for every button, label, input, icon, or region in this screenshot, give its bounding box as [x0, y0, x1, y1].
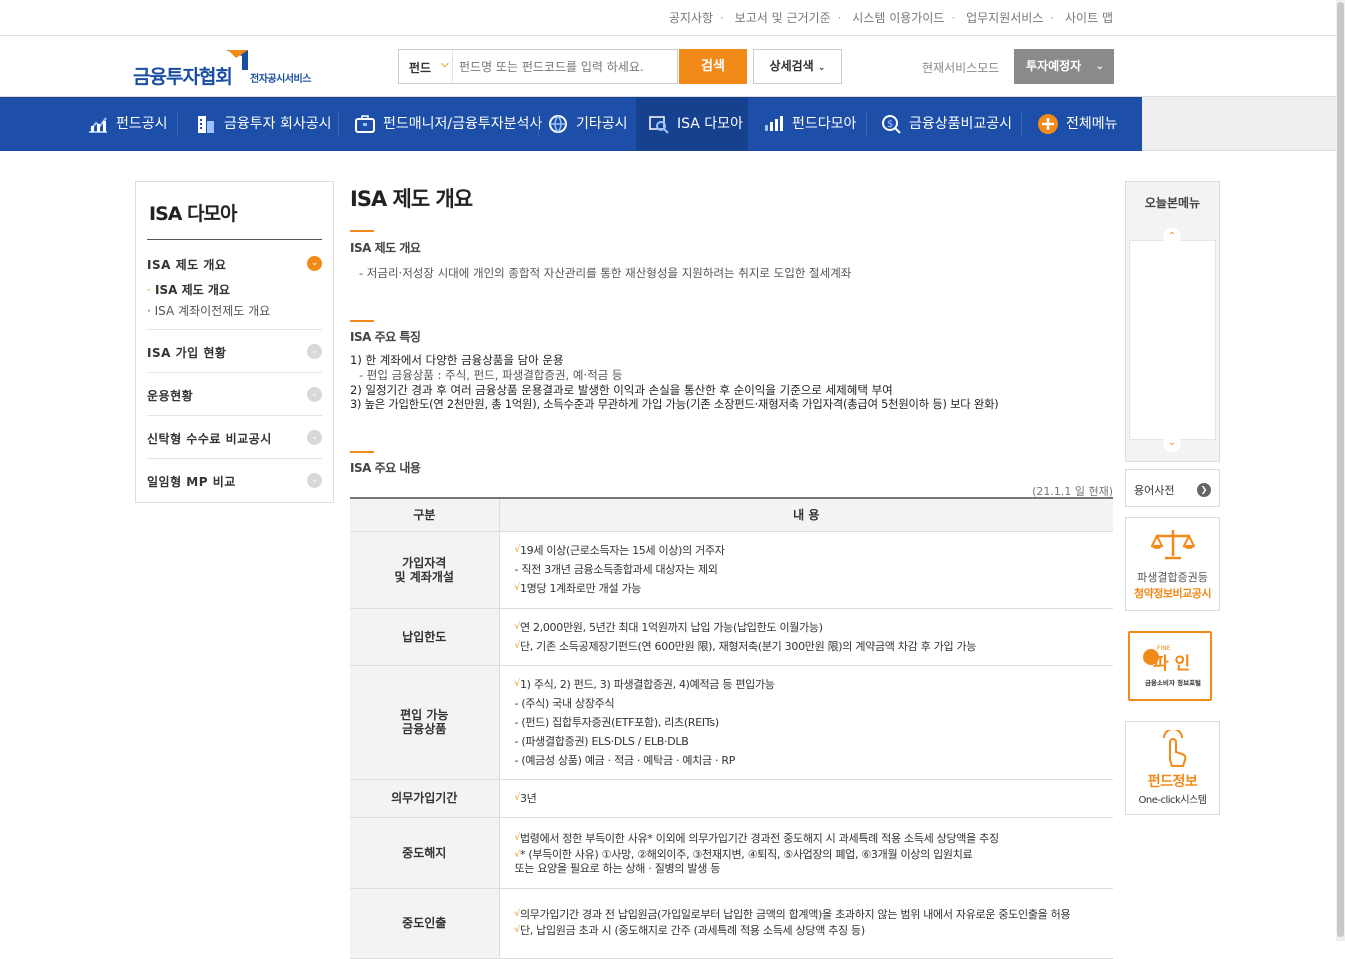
logo-main-text: 금융투자협회: [133, 66, 233, 88]
page-title: ISA 제도 개요: [350, 187, 473, 211]
utility-bar: 공지사항 · 보고서 및 근거기준 · 시스템 이용가이드 · 업무지원서비스 · 사이…: [0, 0, 1345, 36]
scroll-up-icon[interactable]: ⌃: [1163, 228, 1181, 246]
row-value: √1) 주식, 2) 펀드, 3) 파생결합증권, 4)예적금 등 편입가능 -…: [499, 665, 1113, 780]
chevron-down-icon: ⌄: [307, 430, 322, 445]
section-title-features: ISA 주요 특징: [350, 330, 421, 344]
chart-icon: [89, 117, 107, 133]
chevron-down-icon: ⌄: [307, 344, 322, 359]
row-key: 중도해지: [350, 817, 500, 889]
nav-company-disclosure[interactable]: 금융투자 회사공시: [195, 97, 332, 151]
table-header-row: 구분 내 용: [350, 498, 1113, 532]
service-mode-select[interactable]: 투자예정자 ⌄: [1014, 49, 1114, 84]
util-link-reports[interactable]: 보고서 및 근거기준: [735, 11, 831, 25]
table-row: 중도해지 √법령에서 정한 부득이한 사유* 이외에 의무가입기간 경과전 중도…: [350, 817, 1113, 889]
scroll-down-icon[interactable]: ⌄: [1163, 434, 1181, 452]
search-category-select[interactable]: 펀드 ⌵: [399, 50, 453, 83]
side-menu: ISA 다모아 ISA 제도 개요 ⌄ · ISA 제도 개요 · ISA 계좌이…: [135, 181, 334, 503]
nav-fund-damoa[interactable]: 펀드다모아: [763, 97, 856, 151]
arrow-right-icon: ❯: [1197, 483, 1211, 497]
chevron-down-icon: ⌄: [817, 63, 826, 73]
nav-fund-manager[interactable]: 펀드매니저/금융투자분석사: [354, 97, 542, 151]
table-row: 편입 가능 금융상품 √1) 주식, 2) 펀드, 3) 파생결합증권, 4)예적…: [350, 665, 1113, 780]
main-nav: 펀드공시 금융투자 회사공시 펀드매니저/금융투자분석사 기타공시 ISA 다모…: [0, 97, 1345, 151]
overview-text: - 저금리·저성장 시대에 개인의 종합적 자산관리를 통한 재산형성을 지원하…: [359, 266, 852, 280]
side-menu-mp-compare[interactable]: 일임형 MP 비교 ⌄: [147, 459, 322, 502]
table-row: 가입자격 및 계좌개설 √19세 이상(근로소득자는 15세 이상)의 거주자 -…: [350, 531, 1113, 609]
row-value: √법령에서 정한 부득이한 사유* 이외에 의무가입기간 경과전 중도해지 시 …: [499, 817, 1113, 889]
search-input[interactable]: [459, 57, 669, 77]
bar-chart-icon: [765, 116, 783, 131]
chevron-down-icon: ⌵: [441, 59, 449, 70]
logo[interactable]: 금융투자협회 전자공시서비스: [133, 48, 323, 88]
isa-contents-table: 구분 내 용 가입자격 및 계좌개설 √19세 이상(근로소득자는 15세 이상)…: [350, 497, 1113, 959]
chevron-down-icon: ⌄: [307, 473, 322, 488]
utility-links: 공지사항 · 보고서 및 근거기준 · 시스템 이용가이드 · 업무지원서비스 · 사이…: [668, 11, 1113, 25]
recent-menu-list: [1129, 240, 1216, 440]
plus-icon: [1038, 114, 1058, 134]
section-title-contents: ISA 주요 내용: [350, 461, 421, 475]
table-row: 중도인출 √의무가입기간 경과 전 납입원금(가입일로부터 납입한 금액의 합계…: [350, 888, 1113, 959]
service-mode-label: 현재서비스모드: [922, 61, 1000, 75]
row-key: 의무가입기간: [350, 779, 500, 818]
dollar-search-icon: $: [882, 115, 901, 134]
table-row: 의무가입기간 √3년: [350, 779, 1113, 818]
chevron-up-icon: ⌄: [307, 256, 322, 271]
row-value: √19세 이상(근로소득자는 15세 이상)의 거주자 - 직전 3개년 금융소…: [499, 531, 1113, 609]
row-key: 중도인출: [350, 888, 500, 959]
feature-line-1: 1) 한 계좌에서 다양한 금융상품을 담아 운용: [350, 353, 564, 367]
row-value: √3년: [499, 779, 1113, 818]
nav-fund-disclosure[interactable]: 펀드공시: [87, 97, 168, 151]
table-row: 납입한도 √연 2,000만원, 5년간 최대 1억원까지 납입 가능(납입한도…: [350, 608, 1113, 666]
util-link-sitemap[interactable]: 사이트 맵: [1065, 11, 1113, 25]
side-menu-trust-fee[interactable]: 신탁형 수수료 비교공시 ⌄: [147, 416, 322, 459]
search-button[interactable]: 검색: [679, 49, 747, 84]
fine-portal-banner[interactable]: FINE 파 인 금융소비자 정보포털: [1125, 621, 1220, 705]
scale-icon: [1149, 530, 1196, 560]
side-menu-title: ISA 다모아: [149, 203, 238, 225]
derivatives-banner[interactable]: 파생결합증권등 청약정보비교공시: [1125, 517, 1220, 611]
fund-info-banner[interactable]: 펀드정보 One-click시스템: [1125, 721, 1220, 815]
globe-icon: [549, 115, 567, 133]
header: 금융투자협회 전자공시서비스 펀드⌵ 검색 상세검색 ⌄ 현재서비스모드 투자예…: [0, 36, 1345, 97]
table-header: 내 용: [499, 498, 1113, 532]
recent-menu-box: 오늘본메뉴 ⌃ ⌄: [1125, 181, 1220, 462]
side-menu-operation[interactable]: 운용현황 ⌄: [147, 373, 322, 416]
briefcase-icon: [355, 115, 375, 133]
row-key: 편입 가능 금융상품: [350, 665, 500, 780]
building-icon: [198, 116, 214, 133]
nav-isa-damoa[interactable]: ISA 다모아: [636, 97, 748, 151]
side-sub-isa-transfer[interactable]: · ISA 계좌이전제도 개요: [147, 302, 270, 319]
row-value: √의무가입기간 경과 전 납입원금(가입일로부터 납입한 금액의 합계액)을 초…: [499, 888, 1113, 959]
nav-all-menu[interactable]: 전체메뉴: [1037, 97, 1118, 151]
row-key: 가입자격 및 계좌개설: [350, 531, 500, 609]
side-sub-isa-overview[interactable]: · ISA 제도 개요: [147, 281, 230, 298]
chevron-down-icon: ⌄: [1095, 61, 1104, 72]
chevron-down-icon: ⌄: [307, 387, 322, 402]
section-title-overview: ISA 제도 개요: [350, 241, 421, 255]
page-scrollbar[interactable]: [1336, 0, 1345, 941]
row-key: 납입한도: [350, 608, 500, 666]
feature-line-2: - 편입 금융상품 : 주식, 펀드, 파생결합증권, 예·적금 등: [359, 368, 623, 382]
feature-line-4: 3) 높은 가입한도(연 2천만원, 총 1억원), 소득수준과 무관하게 가입…: [350, 398, 999, 411]
util-link-notice[interactable]: 공지사항: [669, 11, 713, 25]
nav-other-disclosure[interactable]: 기타공시: [547, 97, 628, 151]
logo-sub-text: 전자공시서비스: [250, 74, 311, 85]
row-value: √연 2,000만원, 5년간 최대 1억원까지 납입 가능(납입한도 이월가능…: [499, 608, 1113, 666]
nav-product-compare[interactable]: $ 금융상품비교공시: [880, 97, 1012, 151]
recent-menu-title: 오늘본메뉴: [1144, 196, 1201, 210]
util-link-support[interactable]: 업무지원서비스: [966, 11, 1043, 25]
side-menu-isa-status[interactable]: ISA 가입 현황 ⌄: [147, 330, 322, 373]
search-box: 펀드 ⌵: [398, 49, 678, 84]
table-header: 구분: [350, 498, 500, 532]
click-hand-icon: [1162, 728, 1186, 767]
isa-search-icon: [649, 116, 669, 134]
svg-text:$: $: [887, 119, 893, 130]
glossary-button[interactable]: 용어사전 ❯: [1125, 469, 1220, 507]
detail-search-button[interactable]: 상세검색 ⌄: [753, 49, 842, 84]
util-link-guide[interactable]: 시스템 이용가이드: [852, 11, 944, 25]
